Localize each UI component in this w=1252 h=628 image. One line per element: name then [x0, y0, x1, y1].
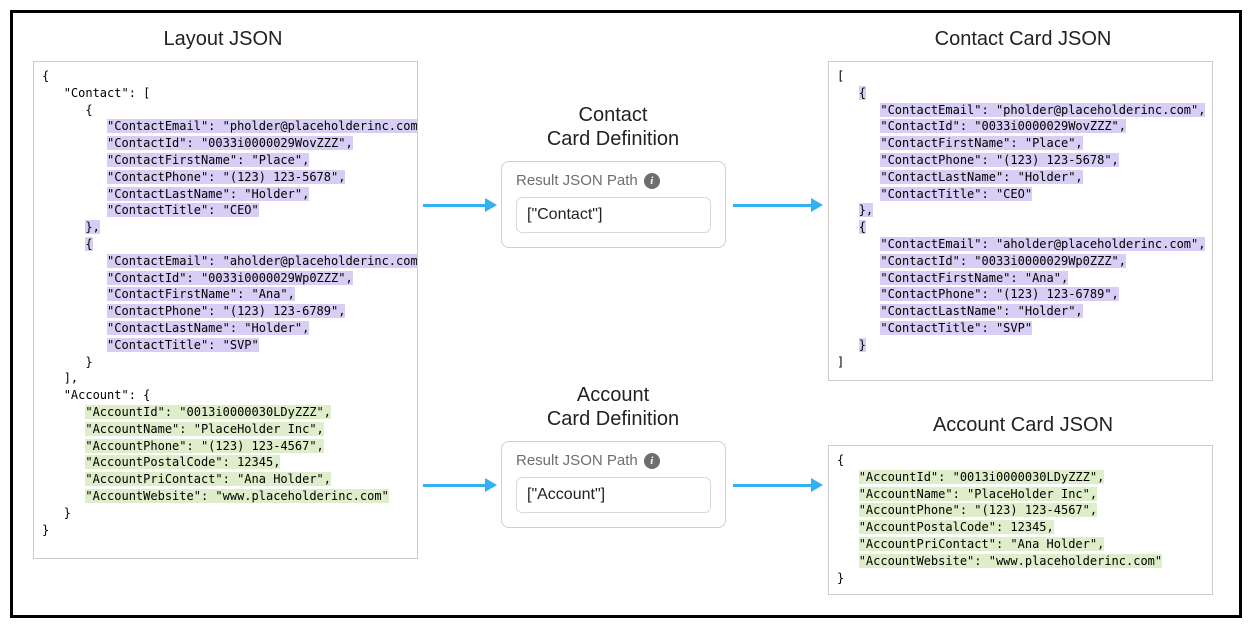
layout-json-title: Layout JSON — [123, 27, 323, 51]
contact-path-input[interactable]: ["Contact"] — [516, 197, 711, 233]
code-line: }, — [837, 202, 1204, 219]
code-line: "AccountId": "0013i0000030LDyZZZ", — [42, 404, 409, 421]
diagram-frame: Layout JSON Contact Card Definition Acco… — [10, 10, 1242, 618]
account-path-input[interactable]: ["Account"] — [516, 477, 711, 513]
account-card-json-box: { "AccountId": "0013i0000030LDyZZZ", "Ac… — [828, 445, 1213, 595]
result-json-path-label: Result JSON Path i — [516, 172, 711, 189]
contact-card-json-title: Contact Card JSON — [893, 27, 1153, 51]
code-line: }, — [42, 219, 409, 236]
info-icon[interactable]: i — [644, 453, 660, 469]
code-line: "ContactPhone": "(123) 123-6789", — [837, 286, 1204, 303]
code-line: "AccountPriContact": "Ana Holder", — [42, 471, 409, 488]
account-definition-card: Result JSON Path i ["Account"] — [501, 441, 726, 528]
account-def-title: Account Card Definition — [513, 383, 713, 431]
account-card-json-title: Account Card JSON — [893, 413, 1153, 437]
code-line: "ContactEmail": "pholder@placeholderinc.… — [42, 118, 409, 135]
code-line: } — [837, 337, 1204, 354]
code-line: "ContactLastName": "Holder", — [42, 320, 409, 337]
code-line: "ContactEmail": "aholder@placeholderinc.… — [837, 236, 1204, 253]
code-line: { — [42, 236, 409, 253]
code-line: ], — [42, 370, 409, 387]
code-line: "ContactId": "0033i0000029WovZZZ", — [837, 118, 1204, 135]
code-line: "ContactId": "0033i0000029Wp0ZZZ", — [837, 253, 1204, 270]
code-line: "ContactLastName": "Holder", — [837, 169, 1204, 186]
code-line: "ContactTitle": "CEO" — [837, 186, 1204, 203]
code-line: "AccountName": "PlaceHolder Inc", — [42, 421, 409, 438]
code-line: "AccountName": "PlaceHolder Inc", — [837, 486, 1204, 503]
code-line: "ContactLastName": "Holder", — [837, 303, 1204, 320]
code-line: [ — [837, 68, 1204, 85]
code-line: "ContactId": "0033i0000029WovZZZ", — [42, 135, 409, 152]
code-line: "AccountWebsite": "www.placeholderinc.co… — [837, 553, 1204, 570]
code-line: "Contact": [ — [42, 85, 409, 102]
code-line: "AccountPostalCode": 12345, — [837, 519, 1204, 536]
code-line: ] — [837, 354, 1204, 371]
code-line: } — [837, 570, 1204, 587]
code-line: "ContactTitle": "SVP" — [837, 320, 1204, 337]
code-line: } — [42, 522, 409, 539]
code-line: "AccountPhone": "(123) 123-4567", — [837, 502, 1204, 519]
code-line: { — [42, 102, 409, 119]
code-line: "ContactEmail": "aholder@placeholderinc.… — [42, 253, 409, 270]
code-line: "ContactEmail": "pholder@placeholderinc.… — [837, 102, 1204, 119]
result-json-path-text: Result JSON Path — [516, 172, 638, 189]
result-json-path-label: Result JSON Path i — [516, 452, 711, 469]
code-line: "ContactFirstName": "Place", — [42, 152, 409, 169]
code-line: } — [42, 505, 409, 522]
code-line: "AccountPostalCode": 12345, — [42, 454, 409, 471]
code-line: "ContactTitle": "SVP" — [42, 337, 409, 354]
code-line: "Account": { — [42, 387, 409, 404]
code-line: "ContactPhone": "(123) 123-5678", — [837, 152, 1204, 169]
code-line: "ContactTitle": "CEO" — [42, 202, 409, 219]
code-line: { — [42, 68, 409, 85]
code-line: "AccountPriContact": "Ana Holder", — [837, 536, 1204, 553]
code-line: { — [837, 452, 1204, 469]
contact-card-json-box: [ { "ContactEmail": "pholder@placeholder… — [828, 61, 1213, 381]
result-json-path-text: Result JSON Path — [516, 452, 638, 469]
code-line: } — [42, 354, 409, 371]
code-line: "ContactFirstName": "Place", — [837, 135, 1204, 152]
code-line: { — [837, 219, 1204, 236]
code-line: { — [837, 85, 1204, 102]
code-line: "ContactId": "0033i0000029Wp0ZZZ", — [42, 270, 409, 287]
code-line: "ContactFirstName": "Ana", — [837, 270, 1204, 287]
code-line: "AccountPhone": "(123) 123-4567", — [42, 438, 409, 455]
code-line: "ContactPhone": "(123) 123-6789", — [42, 303, 409, 320]
code-line: "AccountId": "0013i0000030LDyZZZ", — [837, 469, 1204, 486]
code-line: "ContactLastName": "Holder", — [42, 186, 409, 203]
layout-json-box: { "Contact": [ { "ContactEmail": "pholde… — [33, 61, 418, 559]
code-line: "ContactPhone": "(123) 123-5678", — [42, 169, 409, 186]
code-line: "ContactFirstName": "Ana", — [42, 286, 409, 303]
contact-def-title: Contact Card Definition — [513, 103, 713, 151]
info-icon[interactable]: i — [644, 173, 660, 189]
code-line: "AccountWebsite": "www.placeholderinc.co… — [42, 488, 409, 505]
contact-definition-card: Result JSON Path i ["Contact"] — [501, 161, 726, 248]
